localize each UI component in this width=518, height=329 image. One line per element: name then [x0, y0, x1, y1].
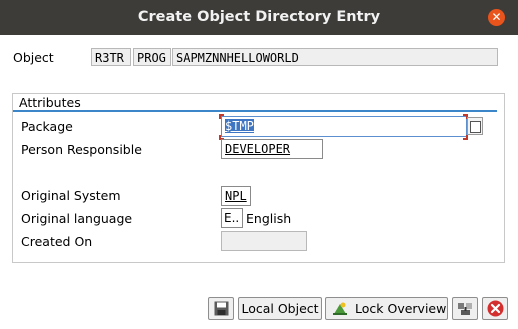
package-label: Package — [21, 119, 73, 134]
save-icon — [214, 301, 229, 316]
title-bar: Create Object Directory Entry ✕ — [0, 0, 518, 35]
person-responsible-input[interactable]: DEVELOPER — [221, 139, 323, 159]
group-divider — [13, 110, 497, 112]
created-on-field — [221, 231, 307, 251]
original-system-input[interactable]: NPL — [221, 186, 251, 206]
focus-corner-br — [463, 135, 468, 140]
lock-overview-icon — [333, 302, 347, 315]
original-language-input[interactable]: E.. — [221, 208, 243, 228]
created-on-label: Created On — [21, 234, 93, 249]
object-type-field: PROG — [133, 48, 171, 66]
object-label: Object — [13, 50, 54, 65]
cancel-button[interactable] — [482, 297, 508, 320]
original-system-label: Original System — [21, 188, 121, 203]
attributes-group-title: Attributes — [19, 95, 81, 110]
lock-overview-label: Lock Overview — [355, 301, 447, 316]
package-value: $TMP — [225, 119, 254, 133]
transport-button[interactable] — [452, 297, 478, 320]
local-object-button[interactable]: Local Object — [238, 297, 322, 320]
lock-overview-button[interactable]: Lock Overview — [325, 297, 448, 320]
original-system-value: NPL — [225, 189, 247, 203]
person-responsible-label: Person Responsible — [21, 142, 142, 157]
object-name-field: SAPMZNNHELLOWORLD — [172, 48, 498, 66]
original-language-text: English — [246, 211, 292, 226]
person-responsible-value: DEVELOPER — [225, 142, 291, 156]
close-icon[interactable]: ✕ — [488, 9, 505, 26]
value-help-icon[interactable] — [467, 117, 483, 135]
dialog-title: Create Object Directory Entry — [137, 9, 381, 25]
transport-icon — [458, 303, 472, 315]
value-help-square — [470, 121, 481, 133]
focus-corner-tl — [219, 114, 224, 119]
original-language-label: Original language — [21, 211, 133, 226]
package-input[interactable]: $TMP — [221, 116, 467, 137]
cancel-icon — [487, 300, 504, 317]
pgmid-field: R3TR — [91, 48, 131, 66]
save-button[interactable] — [208, 297, 234, 320]
